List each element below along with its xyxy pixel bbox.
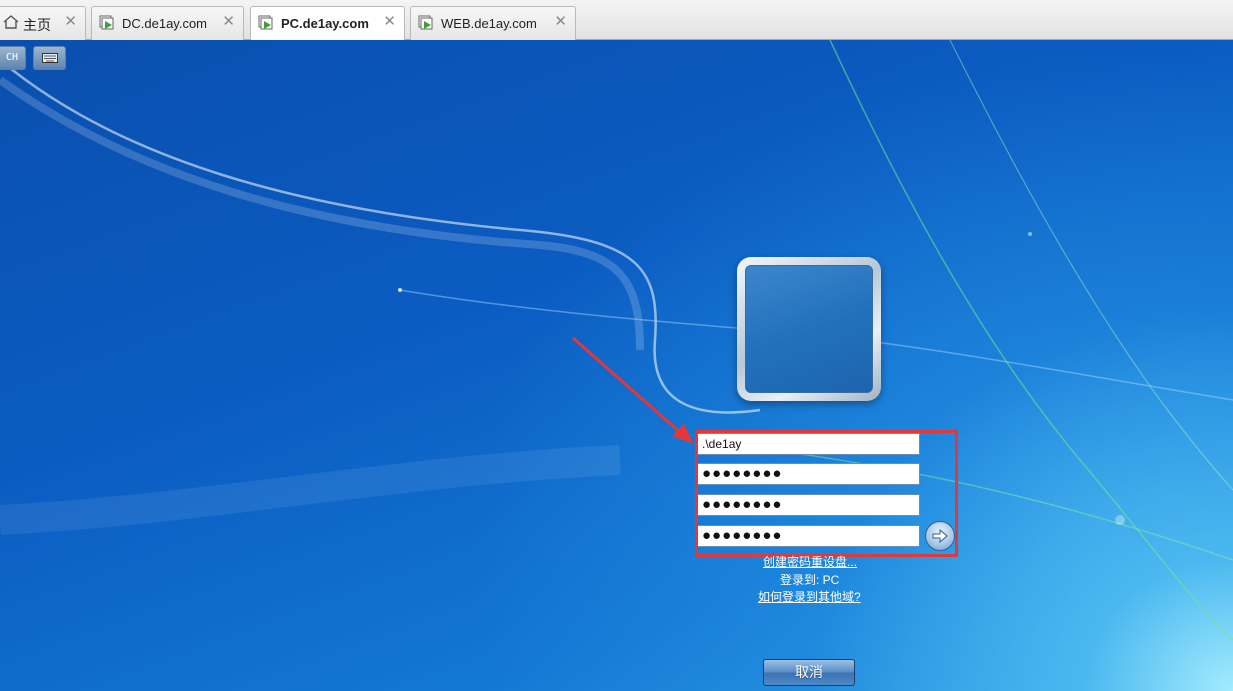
vm-running-icon — [418, 15, 433, 30]
tab-dc[interactable]: DC.de1ay.com ✕ — [91, 6, 244, 40]
tab-label: DC.de1ay.com — [122, 16, 208, 31]
tab-web[interactable]: WEB.de1ay.com ✕ — [410, 6, 576, 40]
tab-label: 主页 — [23, 17, 51, 33]
login-to-text: 登录到: PC — [780, 573, 840, 587]
tab-home[interactable]: 主页 ✕ — [0, 6, 86, 40]
close-icon[interactable]: ✕ — [383, 13, 396, 31]
close-icon[interactable]: ✕ — [554, 13, 567, 31]
tab-label: PC.de1ay.com — [281, 16, 369, 31]
tab-bar: 主页 ✕ DC.de1ay.com ✕ PC.de1ay.com ✕ WEB.d… — [0, 0, 1233, 41]
tab-label: WEB.de1ay.com — [441, 16, 537, 31]
tab-pc[interactable]: PC.de1ay.com ✕ — [250, 6, 405, 41]
other-domain-link[interactable]: 如何登录到其他域? — [758, 588, 861, 605]
create-reset-disk-link[interactable]: 创建密码重设盘... — [763, 553, 857, 570]
vm-login-screen: CH .\de1ay ●●●●●●●● ●●●●●●●● ●●●●●●●● 创建… — [0, 40, 1233, 691]
vm-running-icon — [258, 15, 273, 30]
home-icon — [3, 15, 19, 29]
close-icon[interactable]: ✕ — [222, 13, 235, 31]
cancel-button[interactable]: 取消 — [763, 659, 855, 686]
vm-running-icon — [99, 15, 114, 30]
close-icon[interactable]: ✕ — [64, 13, 77, 31]
annotation-arrow — [572, 336, 694, 444]
